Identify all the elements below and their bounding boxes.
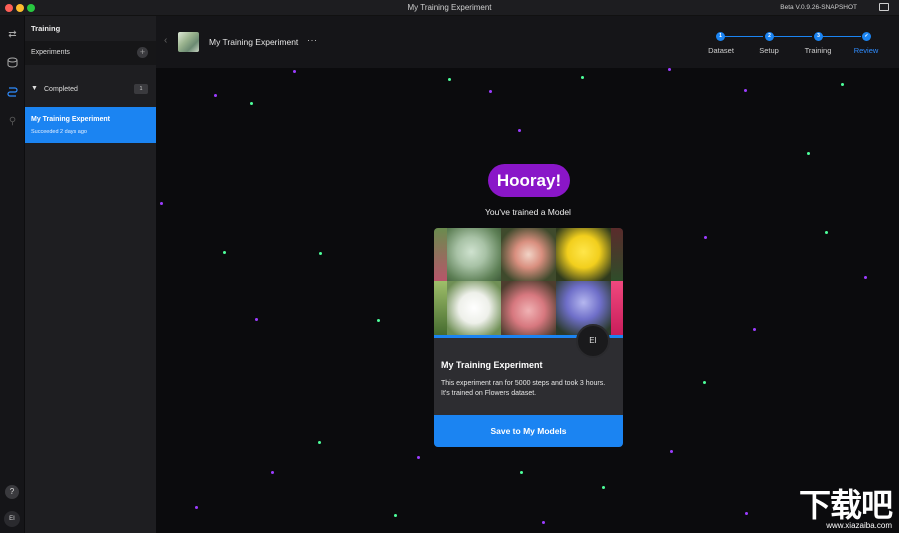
more-options-icon[interactable]: ··· [307, 35, 318, 45]
card-avatar: EI [576, 324, 610, 358]
title-bar: My Training Experiment Beta V.0.9.26-SNA… [0, 0, 899, 16]
step-dot-setup[interactable]: 2 [765, 32, 774, 41]
confetti-dot [318, 441, 321, 444]
step-dot-review[interactable]: ✓ [862, 32, 871, 41]
confetti-dot [668, 68, 671, 71]
experiment-title[interactable]: My Training Experiment [209, 37, 298, 47]
link-icon[interactable]: ⚲ [6, 115, 19, 128]
confetti-dot [745, 512, 748, 515]
confetti-dot [195, 506, 198, 509]
sidebar-title: Training [31, 24, 61, 33]
confetti-dot [703, 381, 706, 384]
add-experiment-button[interactable]: + [137, 47, 148, 58]
chat-icon[interactable] [879, 3, 889, 11]
model-card: My Training Experiment This experiment r… [434, 228, 623, 447]
completed-group-toggle[interactable]: ▼ Completed 1 [25, 81, 156, 99]
confetti-dot [271, 471, 274, 474]
confetti-dot [223, 251, 226, 254]
step-label-dataset[interactable]: Dataset [696, 46, 746, 55]
step-dot-training[interactable]: 3 [814, 32, 823, 41]
experiment-thumbnail [178, 32, 199, 52]
confetti-dot [581, 76, 584, 79]
dataset-image [447, 228, 501, 281]
confetti-dot [250, 102, 253, 105]
version-label: Beta V.0.9.26-SNAPSHOT [780, 4, 857, 11]
sidebar-item-experiment[interactable]: My Training Experiment Succeeded 2 days … [25, 107, 156, 143]
confetti-dot [807, 152, 810, 155]
hooray-badge: Hooray! [488, 164, 570, 197]
window-title: My Training Experiment [407, 3, 492, 12]
dataset-image [611, 228, 623, 281]
step-label-review[interactable]: Review [841, 46, 891, 55]
dataset-image [434, 281, 447, 335]
success-subtitle: You've trained a Model [485, 207, 571, 217]
dataset-image [501, 281, 556, 335]
confetti-dot [841, 83, 844, 86]
confetti-dot [160, 202, 163, 205]
experiment-header: ‹ My Training Experiment ··· 1 2 3 ✓ Dat… [156, 16, 899, 68]
confetti-dot [319, 252, 322, 255]
confetti-dot [489, 90, 492, 93]
watermark-url: www.xiazaiba.com [826, 521, 892, 530]
confetti-dot [602, 486, 605, 489]
switch-icon[interactable]: ⇄ [6, 28, 19, 41]
confetti-dot [377, 319, 380, 322]
confetti-dot [448, 78, 451, 81]
confetti-dot [394, 514, 397, 517]
watermark-logo: 下载吧 www.xiazaiba.com [761, 480, 895, 530]
step-connector [823, 36, 861, 37]
dataset-image [611, 281, 623, 335]
step-dot-dataset[interactable]: 1 [716, 32, 725, 41]
confetti-dot [520, 471, 523, 474]
save-to-my-models-button[interactable]: Save to My Models [434, 415, 623, 447]
watermark-text: 下载吧 [798, 487, 893, 523]
confetti-dot [293, 70, 296, 73]
database-icon[interactable] [6, 57, 19, 70]
experiments-section: Experiments + [25, 41, 156, 65]
nav-rail: ⇄ ⚲ ? EI [0, 16, 25, 533]
step-label-training[interactable]: Training [793, 46, 843, 55]
confetti-dot [825, 231, 828, 234]
sidebar-item-title: My Training Experiment [31, 116, 110, 123]
group-count-badge: 1 [134, 84, 148, 94]
confetti-dot [542, 521, 545, 524]
confetti-dot [255, 318, 258, 321]
sidebar: Training Experiments + ▼ Completed 1 My … [25, 16, 156, 533]
experiments-label: Experiments [31, 49, 70, 56]
confetti-dot [417, 456, 420, 459]
back-arrow-icon[interactable]: ‹ [164, 35, 167, 46]
step-connector [774, 36, 812, 37]
card-description: This experiment ran for 5000 steps and t… [441, 380, 606, 397]
card-title: My Training Experiment [441, 360, 543, 370]
dataset-image [434, 228, 447, 281]
dataset-image [447, 281, 501, 335]
training-icon[interactable] [6, 86, 19, 99]
step-connector [725, 36, 763, 37]
user-avatar[interactable]: EI [4, 511, 20, 527]
confetti-dot [518, 129, 521, 132]
main-area: ‹ My Training Experiment ··· 1 2 3 ✓ Dat… [156, 16, 899, 533]
confetti-dot [214, 94, 217, 97]
confetti-dot [864, 276, 867, 279]
flower-image-mosaic [434, 228, 623, 335]
dataset-image [556, 228, 611, 281]
confetti-dot [753, 328, 756, 331]
caret-down-icon: ▼ [31, 85, 38, 92]
confetti-dot [744, 89, 747, 92]
step-label-setup[interactable]: Setup [744, 46, 794, 55]
group-label: Completed [44, 86, 78, 93]
progress-stepper: 1 2 3 ✓ Dataset Setup Training Review [706, 30, 886, 60]
sidebar-item-status: Succeeded 2 days ago [31, 129, 87, 135]
dataset-image [501, 228, 556, 281]
help-icon[interactable]: ? [5, 485, 19, 499]
confetti-dot [704, 236, 707, 239]
confetti-dot [670, 450, 673, 453]
